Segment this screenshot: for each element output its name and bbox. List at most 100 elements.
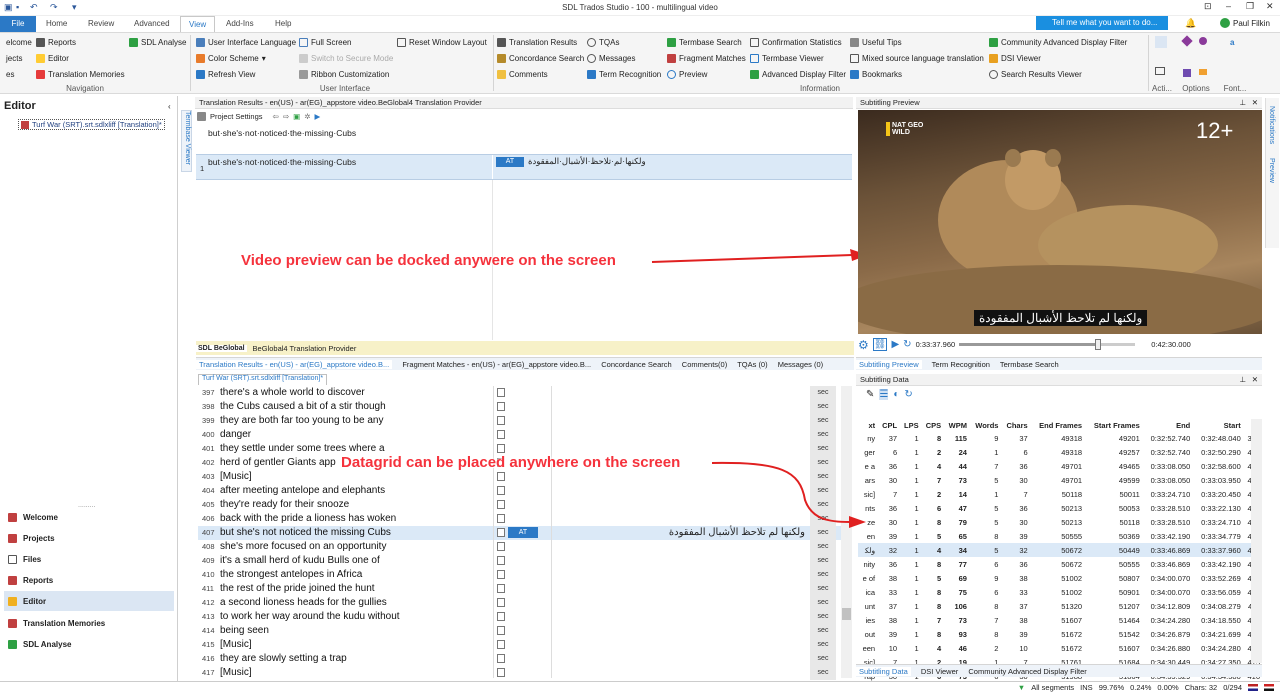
segment-source[interactable]: [Music] <box>220 666 490 680</box>
table-row[interactable]: ies 38 1 7 73 7 38 51607 51464 0:34:24.280 0:34:18… <box>858 613 1262 627</box>
ribbon-editor[interactable]: Editor <box>36 54 69 63</box>
document-tab[interactable]: Turf War (SRT).srt.sdlxliff [Translation… <box>198 374 328 385</box>
action-button[interactable] <box>1155 36 1167 48</box>
ribbon-community-filter[interactable]: Community Advanced Display Filter <box>989 38 1127 47</box>
tab-translation-results[interactable]: Translation Results - en(US) - ar(EG)_ap… <box>196 360 393 369</box>
action-button[interactable] <box>1155 67 1165 75</box>
segment-source[interactable]: being seen <box>220 624 490 638</box>
collapse-icon[interactable]: ‹ <box>168 102 171 111</box>
segment-source[interactable]: the Cubs caused a bit of a stir though <box>220 400 490 414</box>
table-row[interactable]: ﻭﻟﻜ 32 1 4 34 5 32 50672 50449 0:33:46.869 0:33:37… <box>858 543 1262 557</box>
table-row[interactable]: 404 after meeting antelope and elephants s… <box>198 484 852 498</box>
column-header[interactable]: xt <box>858 419 877 431</box>
table-row[interactable]: 397 there's a whole world to discover sec <box>198 386 852 400</box>
close-icon[interactable]: ✕ <box>1252 374 1258 385</box>
settings-icon[interactable] <box>197 112 206 121</box>
segment-source[interactable]: back with the pride a lioness has woken <box>220 512 490 526</box>
table-row[interactable]: sic] 7 1 2 14 1 7 50118 50011 0:33:24.710 0:33:20.… <box>858 487 1262 501</box>
table-row[interactable]: ica 33 1 8 75 6 33 51002 50901 0:34:00.070 0:33:56… <box>858 585 1262 599</box>
segment-source[interactable]: they are both far too young to be any <box>220 414 490 428</box>
options-icon[interactable] <box>1181 35 1193 47</box>
ribbon-sdl-analyse[interactable]: SDL Analyse <box>129 38 187 47</box>
column-header[interactable]: Start <box>1192 419 1243 431</box>
nav-files[interactable]: Files <box>4 549 174 569</box>
nav-editor[interactable]: Editor <box>4 591 174 611</box>
settings-icon[interactable]: ⚙ <box>858 338 869 352</box>
tab-subtitling-data[interactable]: Subtitling Data <box>856 667 911 676</box>
tab-termbase-search[interactable]: Termbase Search <box>1000 360 1059 369</box>
maximize-icon[interactable]: ❐ <box>1246 1 1254 12</box>
list-icon[interactable]: ☰ <box>879 389 889 400</box>
table-scrollbar[interactable] <box>1251 419 1262 663</box>
tab-term-recognition[interactable]: Term Recognition <box>932 360 990 369</box>
ribbon-translation-results[interactable]: Translation Results <box>497 38 577 47</box>
tab-home[interactable]: Home <box>38 16 75 32</box>
options-icon[interactable] <box>1199 69 1207 75</box>
segment-source[interactable]: danger <box>220 428 490 442</box>
ribbon-full-screen[interactable]: Full Screen <box>299 38 351 47</box>
nav-sdl-analyse[interactable]: SDL Analyse <box>4 634 174 654</box>
table-row[interactable]: 414 being seen sec <box>198 624 852 638</box>
tab-concordance-search[interactable]: Concordance Search <box>601 360 671 369</box>
segment-source[interactable]: it's a small herd of kudu Bulls one of <box>220 554 490 568</box>
segment-source[interactable]: the strongest antelopes in Africa <box>220 568 490 582</box>
segment-source[interactable]: after meeting antelope and elephants <box>220 484 490 498</box>
nav-projects[interactable]: Projects <box>4 528 174 548</box>
table-row[interactable]: 411 the rest of the pride joined the hunt… <box>198 582 852 596</box>
column-header[interactable]: CPS <box>921 419 943 431</box>
ribbon-projects[interactable]: jects <box>6 54 22 63</box>
ribbon-welcome[interactable]: elcome <box>6 38 32 47</box>
table-row[interactable]: 400 danger sec <box>198 428 852 442</box>
tab-view[interactable]: View <box>180 16 216 32</box>
match-row[interactable]: 1 but·she's·not·noticed·the·missing·Cubs… <box>196 154 852 180</box>
ribbon-customization[interactable]: Ribbon Customization <box>299 70 389 79</box>
table-row[interactable]: 409 it's a small herd of kudu Bulls one o… <box>198 554 852 568</box>
loop-icon[interactable]: ↻ <box>903 339 911 350</box>
table-row[interactable]: een 10 1 4 46 2 10 51672 51607 0:34:26.880 0:34:24… <box>858 641 1262 655</box>
project-settings-button[interactable]: Project Settings <box>210 112 263 121</box>
table-row[interactable]: 398 the Cubs caused a bit of a stir thoug… <box>198 400 852 414</box>
column-header[interactable]: Chars <box>1000 419 1029 431</box>
table-row[interactable]: ger 6 1 2 24 1 6 49318 49257 0:32:52.740 0:32:50.2… <box>858 445 1262 459</box>
scroll-thumb[interactable] <box>842 608 851 620</box>
tab-fragment-matches[interactable]: Fragment Matches - en(US) - ar(EG)_appst… <box>402 360 591 369</box>
arrow-left-icon[interactable]: ⇦ <box>273 112 279 121</box>
segment-source[interactable]: to work her way around the kudu without <box>220 610 490 624</box>
tab-help[interactable]: Help <box>267 16 299 32</box>
font-icon[interactable]: a <box>1230 38 1234 47</box>
ribbon-comments[interactable]: Comments <box>497 70 548 79</box>
segment-source[interactable]: they're ready for their snooze <box>220 498 490 512</box>
table-row[interactable]: 406 back with the pride a lioness has wok… <box>198 512 852 526</box>
ribbon-search-results[interactable]: Search Results Viewer <box>989 70 1082 79</box>
user-name[interactable]: Paul Filkin <box>1233 19 1270 28</box>
grid-scrollbar[interactable] <box>841 386 852 678</box>
segment-source[interactable]: she's more focused on an opportunity <box>220 540 490 554</box>
segment-source[interactable]: they are slowly setting a trap <box>220 652 490 666</box>
table-row[interactable]: e of 38 1 5 69 9 38 51002 50807 0:34:00.070 0:33:5… <box>858 571 1262 585</box>
seek-thumb[interactable] <box>1095 339 1102 350</box>
tab-comments[interactable]: Comments(0) <box>682 360 727 369</box>
termbase-viewer-side-tab[interactable]: Termbase Viewer <box>181 110 192 172</box>
segment-source[interactable]: the rest of the pride joined the hunt <box>220 582 490 596</box>
nav-translation-memories[interactable]: Translation Memories <box>4 613 174 633</box>
bell-icon[interactable]: 🔔 <box>1185 18 1196 29</box>
table-row[interactable]: e a 36 1 4 44 7 36 49701 49465 0:33:08.050 0:32:58… <box>858 459 1262 473</box>
link-icon[interactable]: ⛓ <box>872 338 888 351</box>
ribbon-refresh-view[interactable]: Refresh View <box>196 70 255 79</box>
ribbon-translation-memories[interactable]: Translation Memories <box>36 70 125 79</box>
status-filter[interactable]: All segments <box>1031 683 1074 692</box>
sync-icon[interactable]: ◐ <box>893 389 899 400</box>
table-row[interactable]: 399 they are both far too young to be any… <box>198 414 852 428</box>
table-row[interactable]: 416 they are slowly setting a trap sec <box>198 652 852 666</box>
ribbon-termbase-search[interactable]: Termbase Search <box>667 38 742 47</box>
close-icon[interactable]: ✕ <box>1266 1 1274 12</box>
table-row[interactable]: nity 36 1 8 77 6 36 50672 50555 0:33:46.869 0:33:4… <box>858 557 1262 571</box>
tab-add-ins[interactable]: Add-Ins <box>218 16 262 32</box>
table-row[interactable]: ars 30 1 7 73 5 30 49701 49599 0:33:08.050 0:33:03… <box>858 473 1262 487</box>
ribbon-dsi-viewer[interactable]: DSI Viewer <box>989 54 1041 63</box>
table-row[interactable]: 408 she's more focused on an opportunity s… <box>198 540 852 554</box>
arrow-right-icon[interactable]: ⇨ <box>283 112 289 121</box>
ribbon-confirmation-stats[interactable]: Confirmation Statistics <box>750 38 842 47</box>
ribbon-color-scheme[interactable]: Color Scheme ▾ <box>196 54 266 63</box>
play-icon[interactable]: ▶ <box>891 339 899 350</box>
